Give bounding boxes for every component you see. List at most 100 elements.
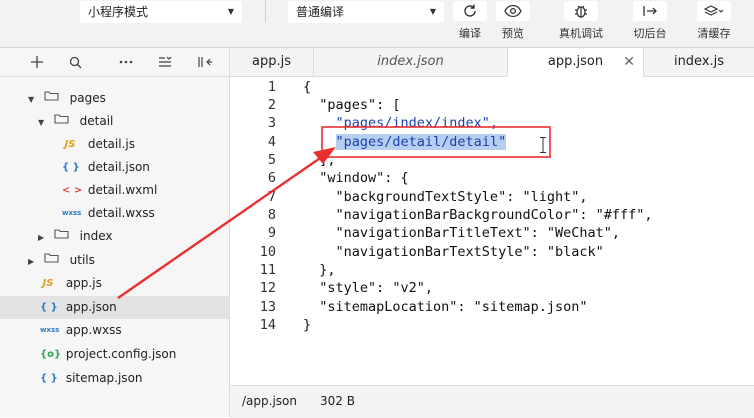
compile-select-value: 普通编译 <box>296 5 345 19</box>
background-button[interactable]: 切后台 <box>622 0 678 46</box>
clear-cache-button[interactable]: 清缓存 <box>686 0 742 46</box>
preview-button[interactable]: 预览 <box>485 0 541 46</box>
tree-item-label: index <box>79 229 113 243</box>
code-line: "sitemapLocation": "sitemap.json" <box>303 299 588 315</box>
line-number: 11 <box>259 262 276 278</box>
compile-select[interactable]: 普通编译 ▼ <box>288 1 444 23</box>
bug-icon <box>564 1 598 21</box>
code-line: "navigationBarTitleText": "WeChat", <box>303 225 620 241</box>
line-number: 14 <box>259 317 276 333</box>
mode-select-value: 小程序模式 <box>88 5 149 19</box>
json-file-icon: { } <box>62 162 80 173</box>
chevron-down-icon: ▼ <box>227 7 234 16</box>
tree-item-detail[interactable]: ▼ detail <box>0 110 229 133</box>
code-line: "navigationBarTextStyle": "black" <box>303 244 604 260</box>
line-number: 9 <box>267 225 276 241</box>
tree-item-pages[interactable]: ▼ pages <box>0 87 229 110</box>
mode-select[interactable]: 小程序模式 ▼ <box>80 1 242 23</box>
tab-index-json[interactable]: index.json <box>314 48 508 76</box>
code-editor: app.js index.json app.json ✕ index.js 1 … <box>230 48 754 418</box>
wxss-file-icon: wxss <box>40 326 60 334</box>
folder-icon <box>44 249 60 272</box>
tree-item-label: app.wxss <box>65 323 122 337</box>
code-line: "pages": [ <box>303 97 401 113</box>
wxml-file-icon: < > <box>62 185 83 196</box>
code-line: }, <box>303 262 336 278</box>
tree-item-sitemap-json[interactable]: { } sitemap.json <box>0 367 229 390</box>
tree-item-label: project.config.json <box>65 347 177 361</box>
line-number: 4 <box>267 134 276 150</box>
layers-icon <box>697 1 731 21</box>
tree-item-project-config[interactable]: {o} project.config.json <box>0 343 229 366</box>
text-cursor-icon <box>540 137 546 153</box>
line-number: 6 <box>267 170 276 186</box>
line-number: 3 <box>267 115 276 131</box>
line-number: 2 <box>267 97 276 113</box>
tab-index-js[interactable]: index.js <box>644 48 754 76</box>
config-file-icon: {o} <box>40 349 62 360</box>
tree-item-label: utils <box>69 253 95 267</box>
tree-item-utils[interactable]: ▶ utils <box>0 249 229 272</box>
wxss-file-icon: wxss <box>62 209 82 217</box>
more-icon[interactable] <box>117 53 135 71</box>
close-icon[interactable]: ✕ <box>623 48 635 76</box>
code-line: "window": { <box>303 170 409 186</box>
switch-background-icon <box>633 1 667 21</box>
tree-item-label: detail <box>79 114 114 128</box>
json-file-icon: { } <box>40 373 58 384</box>
tree-item-app-js[interactable]: JS app.js <box>0 272 229 295</box>
toggle-sidebar-icon[interactable] <box>196 53 214 71</box>
tree-item-detail-wxml[interactable]: < > detail.wxml <box>0 179 229 202</box>
search-icon[interactable] <box>66 53 84 71</box>
collapse-all-icon[interactable] <box>156 53 174 71</box>
tree-item-index[interactable]: ▶ index <box>0 225 229 248</box>
line-number: 5 <box>267 152 276 168</box>
remote-debug-button[interactable]: 真机调试 <box>553 0 609 46</box>
json-file-icon: { } <box>40 302 58 313</box>
toolbar-divider <box>265 0 266 22</box>
line-number: 12 <box>259 280 276 296</box>
status-file-path: /app.json <box>242 394 297 408</box>
chevron-down-icon: ▼ <box>28 95 35 104</box>
status-bar: /app.json 302 B <box>230 385 754 418</box>
chevron-right-icon: ▶ <box>28 257 35 266</box>
tab-label: app.js <box>252 54 291 69</box>
code-line: "backgroundTextStyle": "light", <box>303 189 588 205</box>
eye-icon <box>496 1 530 21</box>
add-icon[interactable] <box>28 53 46 71</box>
tree-item-detail-wxss[interactable]: wxss detail.wxss <box>0 202 229 225</box>
top-toolbar: 小程序模式 ▼ 普通编译 ▼ 编译 预览 真机调试 切后台 清缓存 <box>0 0 754 48</box>
tree-item-label: app.json <box>65 300 117 314</box>
tab-label: index.json <box>377 54 444 69</box>
remote-debug-label: 真机调试 <box>559 27 603 40</box>
tab-app-js[interactable]: app.js <box>230 48 314 76</box>
tree-item-label: detail.wxss <box>87 206 155 220</box>
refresh-icon <box>453 1 487 21</box>
tree-item-label: pages <box>69 91 106 105</box>
code-line: { <box>303 79 312 95</box>
code-line: } <box>303 317 312 333</box>
line-number: 7 <box>267 189 276 205</box>
tree-item-label: detail.wxml <box>87 183 158 197</box>
js-file-icon: JS <box>64 139 76 150</box>
selected-text: "pages/detail/detail" <box>335 134 507 150</box>
js-file-icon: JS <box>42 278 54 289</box>
tree-item-label: app.js <box>65 276 102 290</box>
line-number: 13 <box>259 299 276 315</box>
chevron-down-icon: ▼ <box>429 7 436 16</box>
explorer-toolbar <box>0 48 229 77</box>
file-explorer: ▼ pages ▼ detail JS detail.js { } detail… <box>0 48 230 417</box>
line-number: 10 <box>259 244 276 260</box>
tree-item-detail-json[interactable]: { } detail.json <box>0 156 229 179</box>
chevron-right-icon: ▶ <box>38 233 45 242</box>
tree-item-detail-js[interactable]: JS detail.js <box>0 133 229 156</box>
code-line: "style": "v2", <box>303 280 434 296</box>
tree-item-label: detail.js <box>87 137 135 151</box>
tree-item-app-json[interactable]: { } app.json <box>0 296 229 319</box>
tab-app-json[interactable]: app.json ✕ <box>508 48 644 77</box>
tree-item-app-wxss[interactable]: wxss app.wxss <box>0 319 229 342</box>
status-file-size: 302 B <box>320 394 355 408</box>
code-line: "pages/index/index", <box>303 115 499 131</box>
chevron-down-icon: ▼ <box>38 118 45 127</box>
clear-cache-label: 清缓存 <box>697 27 731 40</box>
